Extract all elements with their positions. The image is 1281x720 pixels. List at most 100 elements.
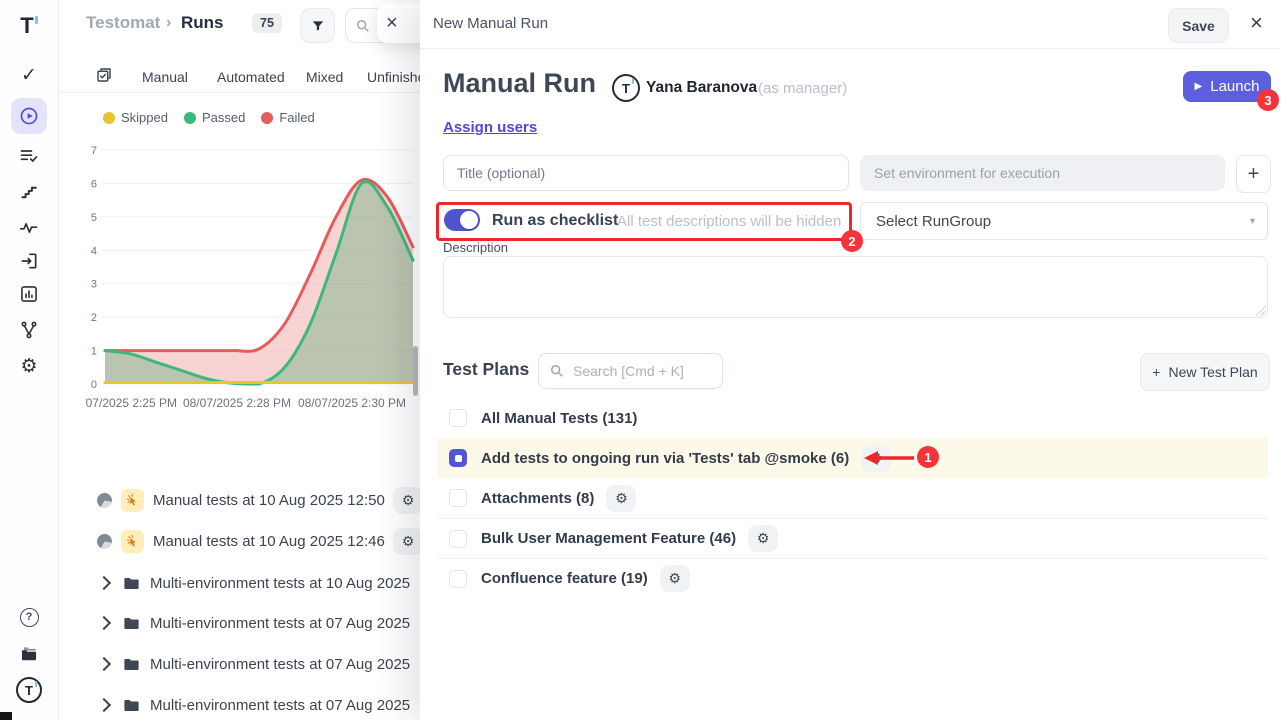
test-plan-row[interactable]: Bulk User Management Feature (46) ⚙ (437, 518, 1268, 558)
test-plan-settings-button[interactable]: ⚙ (660, 565, 690, 592)
logo-accent (35, 16, 38, 24)
test-plans-search-input[interactable] (571, 362, 705, 380)
test-plan-row[interactable]: All Manual Tests (131) (437, 398, 1268, 438)
screen-corner-artifact (0, 712, 12, 720)
tab-manual[interactable]: Manual (142, 69, 188, 85)
sidebar-item-runs[interactable] (11, 98, 47, 134)
tabs-divider (58, 92, 421, 93)
test-plans-search[interactable] (538, 353, 723, 389)
sidebar-item-profile[interactable]: T (11, 672, 47, 708)
test-plans-list: All Manual Tests (131)Add tests to ongoi… (437, 398, 1268, 598)
test-plan-settings-button[interactable]: ⚙ (748, 525, 778, 552)
resize-handle[interactable] (1256, 306, 1266, 316)
help-circle-icon: ? (20, 608, 39, 627)
x-axis-label: 08/07/2025 2:25 PM (85, 396, 185, 410)
owner-name: Yana Baranova (646, 79, 757, 97)
expand-chevron-icon[interactable] (97, 576, 111, 590)
test-plan-row[interactable]: Confluence feature (19)⚙ (437, 558, 1268, 598)
save-button[interactable]: Save (1168, 8, 1229, 43)
folder-list-item[interactable]: Multi-environment tests at 07 Aug 2025 (97, 685, 421, 720)
environment-input[interactable] (860, 155, 1225, 191)
new-test-plan-label: New Test Plan (1168, 364, 1257, 380)
folder-list-item[interactable]: Multi-environment tests at 07 Aug 2025 (97, 603, 421, 643)
test-plan-label: Attachments (8) (481, 490, 594, 507)
sidebar: T ✓ (0, 0, 59, 720)
plus-icon: + (1152, 364, 1160, 380)
import-icon (19, 251, 39, 271)
filter-button[interactable] (300, 8, 335, 43)
svg-text:5: 5 (91, 212, 97, 224)
run-settings-button[interactable]: ⚙ (393, 528, 423, 555)
sidebar-item-activity[interactable] (11, 210, 47, 246)
app-logo[interactable]: T (11, 8, 47, 44)
drawer-close-icon[interactable]: × (1250, 9, 1263, 37)
steps-icon (20, 183, 39, 202)
tab-automated[interactable]: Automated (217, 69, 285, 85)
sidebar-item-analytics[interactable] (11, 276, 47, 312)
checkbox-checked[interactable] (449, 449, 467, 467)
legend-dot (184, 112, 196, 124)
expand-chevron-icon[interactable] (97, 698, 111, 712)
breadcrumb-brand[interactable]: Testomat (86, 13, 160, 33)
launch-label: Launch (1210, 78, 1259, 95)
test-plan-settings-button[interactable]: ⚙ (606, 485, 636, 512)
breadcrumb-separator: › (166, 14, 171, 32)
sidebar-item-steps[interactable] (11, 174, 47, 210)
title-input[interactable] (443, 155, 849, 191)
sidebar-item-tasks[interactable]: ✓ (11, 57, 47, 93)
svg-text:4: 4 (91, 245, 97, 257)
expand-chevron-icon[interactable] (97, 616, 111, 630)
folder-list-item[interactable]: Multi-environment tests at 10 Aug 2025 (97, 563, 421, 603)
runs-count-badge: 75 (252, 13, 282, 33)
run-settings-button[interactable]: ⚙ (393, 487, 423, 514)
sidebar-item-settings[interactable]: ⚙ (11, 348, 47, 384)
sidebar-item-projects[interactable] (11, 636, 47, 672)
bar-chart-icon (19, 284, 39, 304)
rungroup-select[interactable]: Select RunGroup ▾ (860, 202, 1268, 240)
new-test-plan-button[interactable]: + New Test Plan (1140, 353, 1270, 391)
checkbox-unchecked[interactable] (449, 530, 467, 548)
test-plan-row[interactable]: Attachments (8) ⚙ (437, 478, 1268, 518)
run-list-item[interactable]: Manual tests at 10 Aug 2025 12:50⚙ (97, 480, 421, 520)
list-check-icon (19, 146, 39, 166)
folder-label: Multi-environment tests at 10 Aug 2025 (150, 575, 410, 592)
sidebar-item-test-plans[interactable] (11, 138, 47, 174)
folder-list-item[interactable]: Multi-environment tests at 07 Aug 2025 (97, 644, 421, 684)
logo-t-icon: T (20, 13, 33, 39)
rungroup-value: Select RunGroup (876, 213, 991, 230)
expand-chevron-icon[interactable] (97, 657, 111, 671)
sidebar-item-import[interactable] (11, 243, 47, 279)
app-screen: T ✓ (0, 0, 1281, 720)
svg-text:1: 1 (91, 346, 97, 358)
svg-text:7: 7 (91, 145, 97, 157)
close-icon[interactable]: × (386, 12, 398, 35)
tab-all-runs[interactable] (95, 66, 113, 89)
checkbox-unchecked[interactable] (449, 489, 467, 507)
legend-label: Failed (279, 110, 314, 125)
assign-users-link[interactable]: Assign users (443, 119, 537, 136)
sidebar-item-branches[interactable] (11, 312, 47, 348)
filter-funnel-icon (311, 19, 325, 33)
folders-icon (19, 644, 39, 664)
test-plan-row[interactable]: Add tests to ongoing run via 'Tests' tab… (437, 438, 1268, 478)
checkbox-unchecked[interactable] (449, 570, 467, 588)
run-heading: Manual Run (443, 68, 596, 99)
run-list-item[interactable]: Manual tests at 10 Aug 2025 12:46⚙ (97, 521, 421, 561)
test-plans-heading: Test Plans (443, 359, 529, 380)
annotation-arrow (864, 450, 916, 471)
tab-mixed[interactable]: Mixed (306, 69, 343, 85)
test-plan-label: Bulk User Management Feature (46) (481, 530, 736, 547)
scrollbar-thumb[interactable] (413, 346, 418, 396)
sidebar-item-help[interactable]: ? (11, 599, 47, 635)
legend-dot (261, 112, 273, 124)
svg-text:6: 6 (91, 178, 97, 190)
legend-dot (103, 112, 115, 124)
add-environment-button[interactable]: + (1236, 155, 1271, 193)
chart-legend: SkippedPassedFailed (103, 110, 315, 125)
checkbox-unchecked[interactable] (449, 409, 467, 427)
legend-item-skipped: Skipped (103, 110, 168, 125)
legend-item-failed: Failed (261, 110, 314, 125)
folder-icon (122, 655, 141, 674)
description-textarea[interactable] (443, 256, 1268, 318)
runs-trend-chart: SkippedPassedFailed 01234567 08/07/2025 … (85, 108, 415, 420)
